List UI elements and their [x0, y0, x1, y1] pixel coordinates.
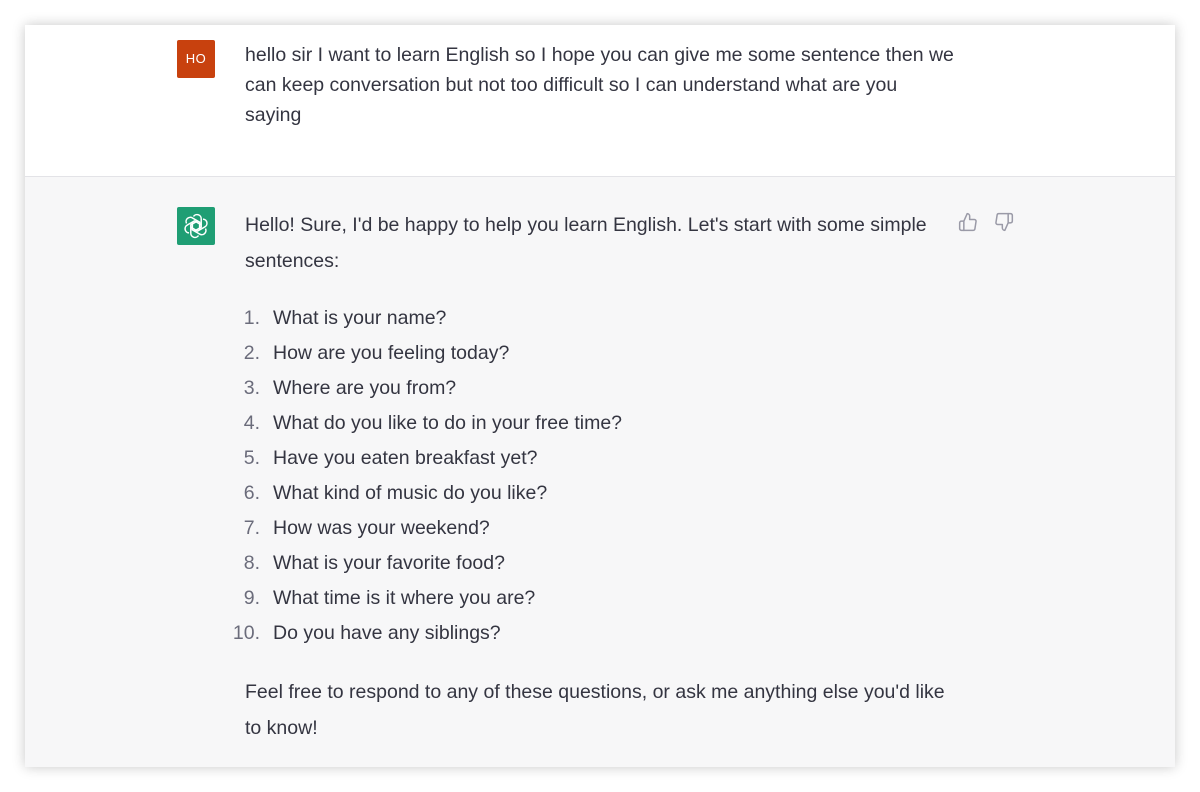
user-avatar: HO [177, 40, 215, 78]
question-item: 7. How was your weekend? [243, 511, 955, 546]
question-item: 2. How are you feeling today? [243, 336, 955, 371]
question-number: 6. [243, 482, 260, 504]
assistant-avatar [177, 207, 215, 245]
assistant-intro-text: Hello! Sure, I'd be happy to help you le… [245, 214, 927, 272]
question-item: 5. Have you eaten breakfast yet? [243, 441, 955, 476]
assistant-outro-text: Feel free to respond to any of these que… [245, 681, 945, 739]
question-number: 8. [243, 552, 260, 574]
assistant-message: Hello! Sure, I'd be happy to help you le… [25, 177, 1175, 767]
question-item: 1. What is your name? [243, 301, 955, 336]
question-number: 1. [243, 307, 260, 329]
question-text: What kind of music do you like? [273, 482, 548, 504]
question-item: 6. What kind of music do you like? [243, 476, 955, 511]
question-text: Where are you from? [273, 377, 457, 399]
question-item: 8. What is your favorite food? [243, 546, 955, 581]
user-message: HO hello sir I want to learn English so … [25, 25, 1175, 177]
question-item: 10. Do you have any siblings? [233, 616, 955, 651]
question-text: What do you like to do in your free time… [273, 412, 623, 434]
question-number: 5. [243, 447, 260, 469]
question-number: 10. [232, 622, 260, 644]
question-text: How are you feeling today? [273, 342, 510, 364]
question-text: How was your weekend? [273, 517, 490, 539]
question-number: 2. [243, 342, 260, 364]
assistant-message-content: Hello! Sure, I'd be happy to help you le… [233, 207, 955, 746]
question-text: What is your name? [273, 307, 447, 329]
feedback-buttons [957, 211, 1015, 233]
question-text: Do you have any siblings? [273, 622, 501, 644]
question-number: 4. [243, 412, 260, 434]
thumbs-down-button[interactable] [993, 211, 1015, 233]
question-text: What is your favorite food? [273, 552, 505, 574]
chat-window: HO hello sir I want to learn English so … [25, 25, 1175, 767]
question-number: 3. [243, 377, 260, 399]
openai-logo-icon [184, 213, 208, 239]
question-item: 4. What do you like to do in your free ti… [243, 406, 955, 441]
user-message-text: hello sir I want to learn English so I h… [245, 44, 954, 126]
thumbs-down-icon [995, 212, 1014, 232]
thumbs-up-button[interactable] [957, 211, 979, 233]
question-item: 3. Where are you from? [243, 371, 955, 406]
question-text: Have you eaten breakfast yet? [273, 447, 538, 469]
question-list: 1. What is your name? 2. How are you feelin… [233, 301, 955, 651]
question-number: 9. [243, 587, 260, 609]
thumbs-up-icon [958, 212, 977, 232]
question-item: 9. What time is it where you are? [243, 581, 955, 616]
question-number: 7. [243, 517, 260, 539]
question-text: What time is it where you are? [273, 587, 536, 609]
